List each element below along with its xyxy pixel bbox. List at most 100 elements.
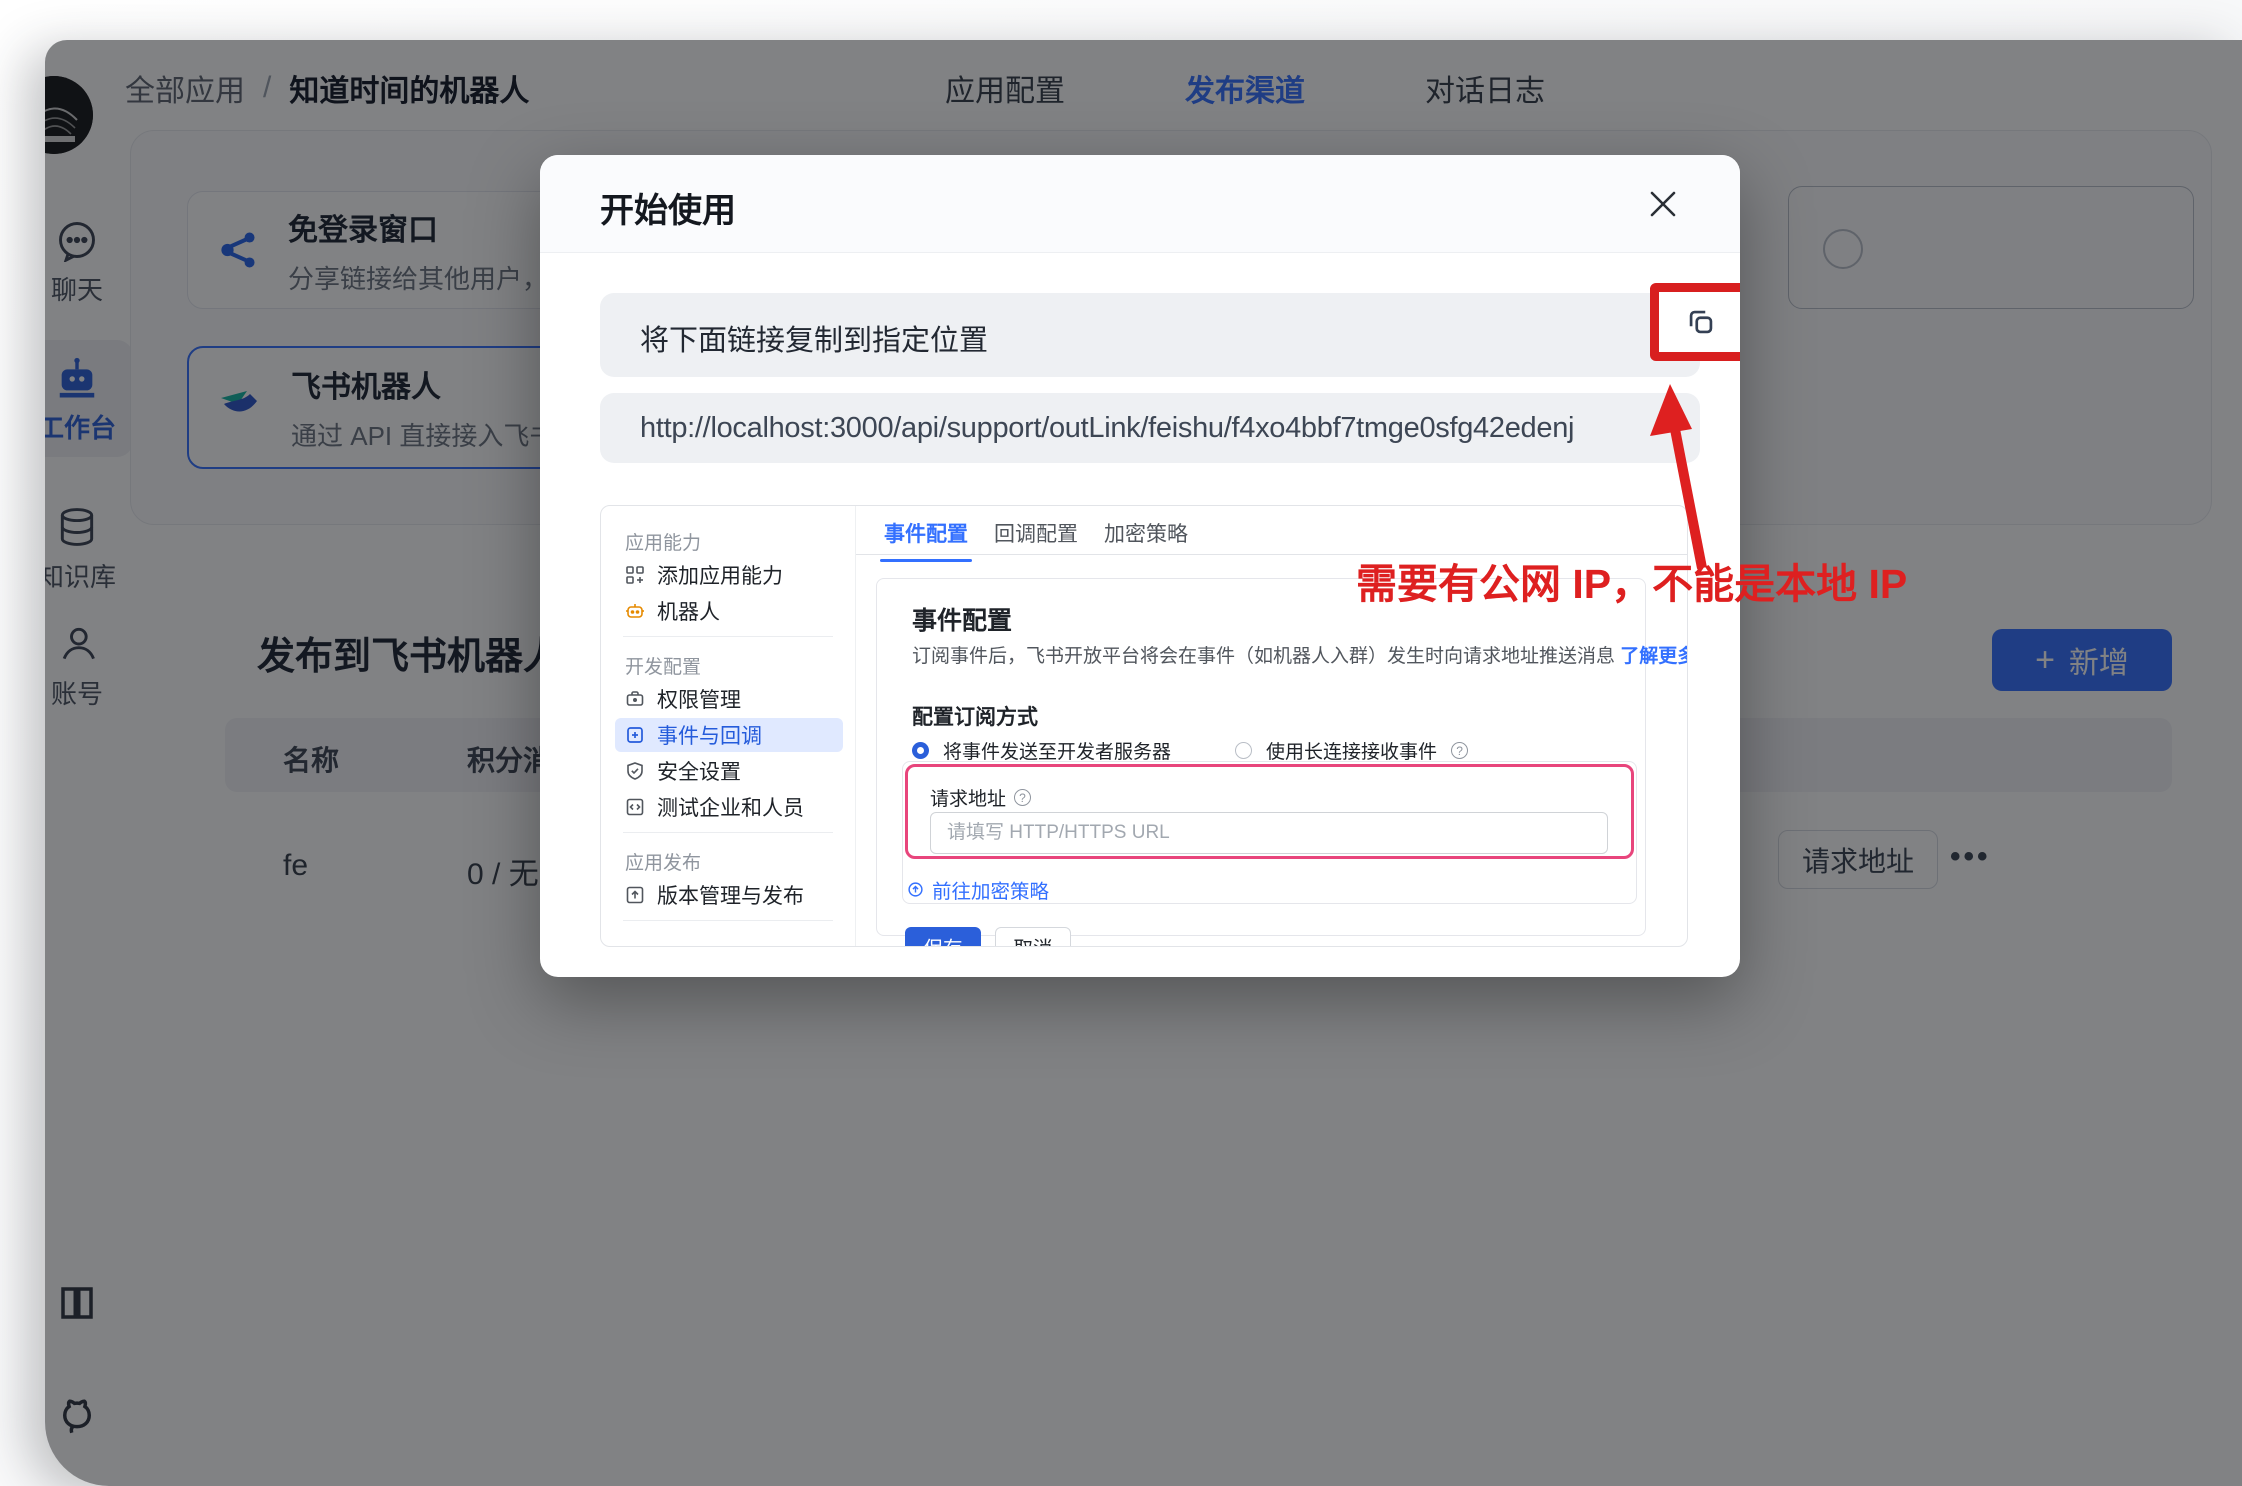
console-item-label: 添加应用能力 bbox=[657, 560, 783, 590]
red-text-annotation: 需要有公网 IP，不能是本地 IP bbox=[1356, 550, 1907, 610]
console-item-test-users[interactable]: 测试企业和人员 bbox=[615, 790, 843, 824]
copy-icon[interactable] bbox=[1684, 305, 1718, 339]
tab-chat-logs[interactable]: 对话日志 bbox=[1425, 66, 1545, 110]
request-address-button[interactable]: 请求地址 bbox=[1778, 830, 1938, 889]
console-item-label: 安全设置 bbox=[657, 756, 741, 786]
learn-more-link[interactable]: 了解更多 bbox=[1620, 646, 1688, 667]
placeholder-circle-icon bbox=[1823, 229, 1863, 269]
header-tabs: 应用配置 发布渠道 对话日志 bbox=[945, 66, 1545, 110]
radio-unselected-icon[interactable] bbox=[1235, 742, 1252, 759]
sidebar-item-label: 知识库 bbox=[45, 557, 116, 594]
console-tab-callback[interactable]: 回调配置 bbox=[994, 518, 1078, 548]
chat-icon bbox=[55, 218, 99, 262]
encrypt-strategy-link[interactable]: 前往加密策略 bbox=[907, 875, 1049, 904]
shield-check-icon bbox=[625, 761, 645, 781]
modal-header: 开始使用 bbox=[540, 155, 1740, 253]
console-item-events-callbacks[interactable]: 事件与回调 bbox=[615, 718, 843, 752]
console-item-label: 事件与回调 bbox=[657, 720, 762, 750]
sidebar-item-label: 聊天 bbox=[51, 270, 103, 307]
copy-instruction-label: 将下面链接复制到指定位置 bbox=[640, 317, 988, 359]
console-item-label: 权限管理 bbox=[657, 684, 741, 714]
console-item-add-capability[interactable]: 添加应用能力 bbox=[615, 558, 843, 592]
channel-card-hidden[interactable] bbox=[1788, 186, 2194, 309]
screenshot-stage: 全部应用 / 知道时间的机器人 应用配置 发布渠道 对话日志 bbox=[0, 0, 2242, 1486]
add-button[interactable]: + 新增 bbox=[1992, 629, 2172, 691]
divider bbox=[623, 920, 833, 921]
subscribe-mode-title: 配置订阅方式 bbox=[912, 701, 1038, 731]
shield-go-icon bbox=[907, 881, 924, 898]
cell-name: fe bbox=[283, 849, 308, 883]
sidebar-item-knowledge[interactable]: 知识库 bbox=[45, 505, 133, 594]
tab-app-config[interactable]: 应用配置 bbox=[945, 66, 1065, 110]
request-url-label: 请求地址 bbox=[930, 784, 1006, 811]
event-callback-icon bbox=[625, 725, 645, 745]
console-group-capability: 应用能力 bbox=[625, 528, 701, 555]
console-group-dev-config: 开发配置 bbox=[625, 652, 701, 679]
radio-selected-icon[interactable] bbox=[912, 742, 929, 759]
event-config-heading: 事件配置 bbox=[912, 601, 1012, 637]
row-more-menu[interactable]: ••• bbox=[1950, 840, 1991, 874]
grid-plus-icon bbox=[625, 565, 645, 585]
bot-icon bbox=[625, 601, 645, 621]
divider bbox=[623, 636, 833, 637]
console-item-security[interactable]: 安全设置 bbox=[615, 754, 843, 788]
avatar[interactable] bbox=[45, 76, 93, 154]
close-icon[interactable] bbox=[1644, 185, 1682, 223]
github-icon bbox=[56, 1396, 98, 1438]
console-item-version-release[interactable]: 版本管理与发布 bbox=[615, 878, 843, 912]
sidebar-item-docs[interactable] bbox=[45, 1282, 133, 1324]
sidebar-item-label: 工作台 bbox=[45, 408, 116, 445]
console-tab-encrypt[interactable]: 加密策略 bbox=[1104, 518, 1188, 548]
webhook-url: http://localhost:3000/api/support/outLin… bbox=[640, 412, 1574, 445]
console-tabs: 事件配置 回调配置 加密策略 bbox=[856, 506, 1687, 555]
copy-instruction-box: 将下面链接复制到指定位置 bbox=[600, 293, 1700, 377]
modal-title: 开始使用 bbox=[600, 183, 736, 232]
sidebar-item-account[interactable]: 账号 bbox=[45, 622, 133, 711]
channel-card-title: 免登录窗口 bbox=[288, 205, 574, 249]
sidebar-item-chat[interactable]: 聊天 bbox=[45, 218, 133, 307]
encrypt-strategy-label: 前往加密策略 bbox=[932, 875, 1049, 904]
robot-icon bbox=[54, 354, 100, 400]
sidebar-item-workbench[interactable]: 工作台 bbox=[45, 340, 133, 457]
tab-publish-channel[interactable]: 发布渠道 bbox=[1185, 66, 1305, 110]
console-item-bot[interactable]: 机器人 bbox=[615, 594, 843, 628]
breadcrumb-root[interactable]: 全部应用 bbox=[125, 66, 245, 110]
channel-card-title: 飞书机器人 bbox=[291, 362, 581, 406]
event-config-desc: 订阅事件后，飞书开放平台将会在事件（如机器人入群）发生时向请求地址推送消息 了解… bbox=[912, 641, 1688, 668]
console-item-permissions[interactable]: 权限管理 bbox=[615, 682, 843, 716]
request-url-label-row: 请求地址 ? bbox=[930, 784, 1031, 811]
radio-group: 将事件发送至开发者服务器 使用长连接接收事件 ? bbox=[912, 737, 1468, 764]
sidebar-item-label: 账号 bbox=[51, 674, 103, 711]
save-button[interactable]: 保存 bbox=[905, 927, 981, 947]
console-sidebar: 应用能力 添加应用能力 机器人 开发配置 bbox=[601, 506, 856, 946]
plus-icon: + bbox=[2035, 641, 2055, 680]
radio2-label: 使用长连接接收事件 bbox=[1266, 737, 1437, 764]
console-item-label: 版本管理与发布 bbox=[657, 880, 804, 910]
breadcrumb: 全部应用 / 知道时间的机器人 bbox=[125, 66, 529, 110]
left-rail: 聊天 工作台 知识库 bbox=[45, 40, 133, 1486]
help-icon[interactable]: ? bbox=[1451, 742, 1468, 759]
briefcase-icon bbox=[625, 689, 645, 709]
console-item-label: 机器人 bbox=[657, 596, 720, 626]
radio1-label: 将事件发送至开发者服务器 bbox=[943, 737, 1171, 764]
channel-card-desc: 分享链接给其他用户，无 bbox=[288, 259, 574, 296]
link-box[interactable]: http://localhost:3000/api/support/outLin… bbox=[600, 393, 1700, 463]
cancel-button[interactable]: 取消 bbox=[995, 927, 1071, 947]
feishu-icon bbox=[217, 384, 265, 432]
divider bbox=[623, 832, 833, 833]
book-icon bbox=[56, 1282, 98, 1324]
avatar-image bbox=[45, 76, 93, 154]
request-url-pink-highlight: 请求地址 ? bbox=[905, 764, 1634, 859]
sidebar-item-github[interactable] bbox=[45, 1396, 133, 1438]
add-button-label: 新增 bbox=[2069, 638, 2129, 682]
request-url-input[interactable] bbox=[930, 812, 1608, 854]
copy-button-red-highlight bbox=[1650, 283, 1740, 361]
desc-text: 订阅事件后，飞书开放平台将会在事件（如机器人入群）发生时向请求地址推送消息 bbox=[912, 646, 1615, 667]
console-group-publish: 应用发布 bbox=[625, 848, 701, 875]
channel-card-desc: 通过 API 直接接入飞书机 bbox=[291, 416, 581, 453]
console-tab-event[interactable]: 事件配置 bbox=[884, 518, 968, 548]
breadcrumb-current: 知道时间的机器人 bbox=[289, 66, 529, 110]
event-config-card: 事件配置 订阅事件后，飞书开放平台将会在事件（如机器人入群）发生时向请求地址推送… bbox=[876, 578, 1646, 936]
help-icon[interactable]: ? bbox=[1014, 789, 1031, 806]
publish-section-title: 发布到飞书机器人 bbox=[257, 625, 561, 680]
